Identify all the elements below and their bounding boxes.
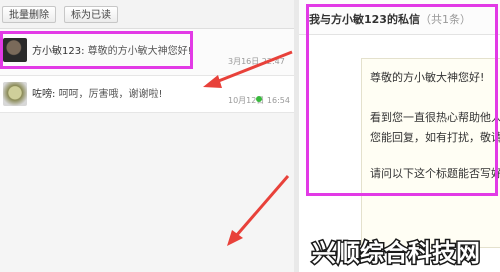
arrow-icon <box>227 175 290 246</box>
watermark: 兴顺综合科技网 <box>311 238 482 269</box>
arrow-icon <box>203 50 293 88</box>
watermark-text: 兴顺综合科技网 <box>312 239 480 267</box>
